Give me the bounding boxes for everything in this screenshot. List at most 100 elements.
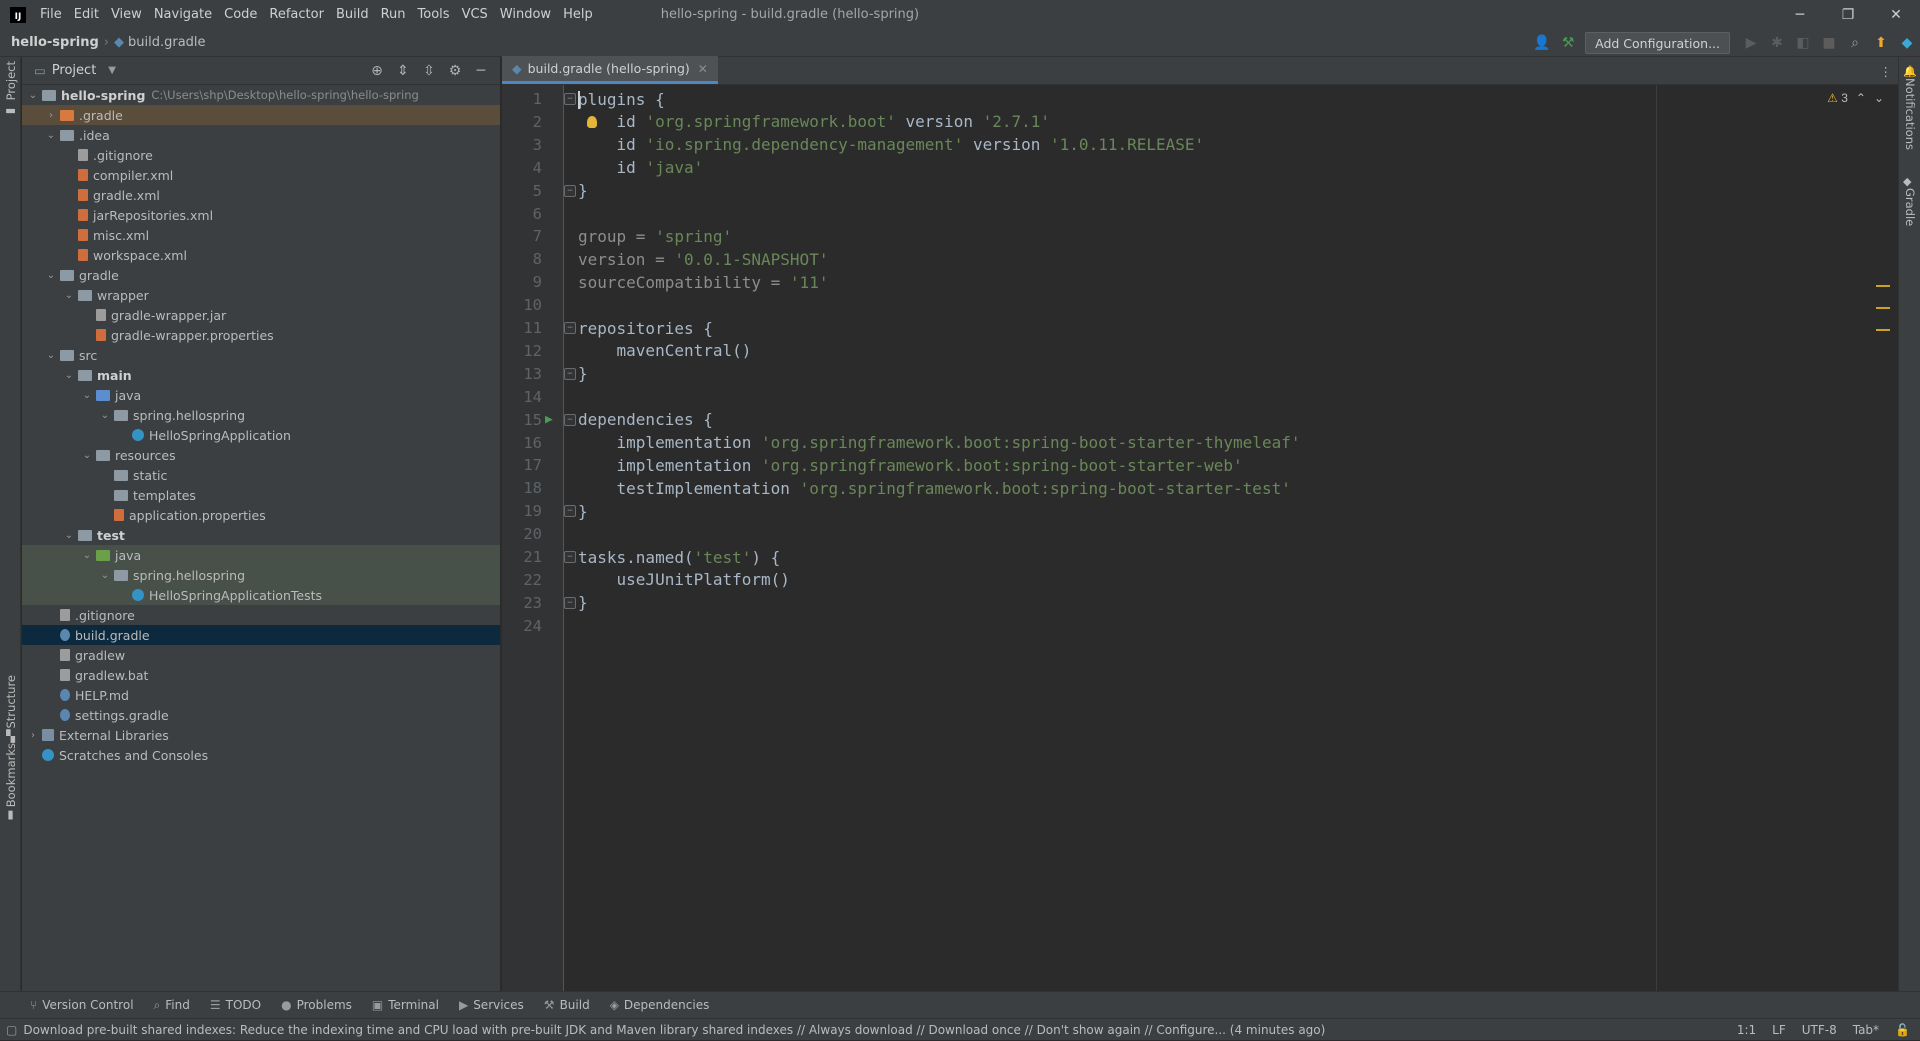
- tree-item[interactable]: jarRepositories.xml: [22, 205, 500, 225]
- more-tabs-icon[interactable]: ⋮: [1880, 57, 1893, 85]
- chevron-down-icon[interactable]: ⌄: [98, 570, 112, 581]
- fold-marker-icon[interactable]: −: [564, 367, 576, 380]
- fold-marker-icon[interactable]: −: [564, 184, 576, 197]
- lightbulb-icon[interactable]: [587, 115, 597, 128]
- tree-item[interactable]: › .gradle: [22, 105, 500, 125]
- close-icon[interactable]: ✕: [1872, 0, 1920, 29]
- tree-item[interactable]: ⌄ gradle: [22, 265, 500, 285]
- expand-all-icon[interactable]: ⇕: [390, 63, 416, 79]
- run-gutter-icon[interactable]: ▶: [545, 412, 553, 427]
- tree-item[interactable]: .gitignore: [22, 605, 500, 625]
- indent-setting[interactable]: Tab*: [1853, 1023, 1879, 1037]
- menu-build[interactable]: Build: [330, 7, 375, 22]
- tree-item[interactable]: ⌄ spring.hellospring: [22, 405, 500, 425]
- debug-icon[interactable]: ✱: [1764, 29, 1790, 57]
- search-icon[interactable]: ⌕: [1842, 29, 1868, 57]
- user-icon[interactable]: 👤: [1529, 29, 1555, 57]
- breadcrumb-project[interactable]: hello-spring: [11, 35, 99, 50]
- build-hammer-icon[interactable]: ⚒: [1555, 29, 1581, 57]
- fold-marker-icon[interactable]: −: [564, 505, 576, 518]
- problems-tool-button[interactable]: ● Problems: [281, 998, 352, 1012]
- chevron-down-icon[interactable]: ⌄: [44, 130, 58, 141]
- fold-marker-icon[interactable]: −: [564, 413, 576, 426]
- plugin-logo-icon[interactable]: ◆: [1894, 29, 1920, 57]
- tree-item[interactable]: gradle-wrapper.jar: [22, 305, 500, 325]
- tree-item[interactable]: workspace.xml: [22, 245, 500, 265]
- code-editor[interactable]: 1 plugins {−2 id 'org.springframework.boo…: [502, 85, 1898, 991]
- tree-item[interactable]: ⌄ java: [22, 545, 500, 565]
- bookmarks-tool-tab[interactable]: Bookmarks ▮: [0, 743, 21, 821]
- collapse-all-icon[interactable]: ⇳: [416, 63, 442, 79]
- menu-edit[interactable]: Edit: [68, 7, 105, 22]
- menu-vcs[interactable]: VCS: [456, 7, 494, 22]
- fold-marker-icon[interactable]: −: [564, 551, 576, 563]
- chevron-down-icon[interactable]: ⌄: [44, 350, 58, 361]
- add-configuration-button[interactable]: Add Configuration...: [1585, 32, 1730, 54]
- find-tool-button[interactable]: ⌕ Find: [154, 998, 190, 1013]
- version-control-tool-button[interactable]: ⑂ Version Control: [30, 998, 134, 1012]
- chevron-down-icon[interactable]: ⌄: [62, 530, 76, 541]
- tree-item[interactable]: HelloSpringApplication: [22, 425, 500, 445]
- tree-item[interactable]: gradle.xml: [22, 185, 500, 205]
- menu-run[interactable]: Run: [375, 7, 412, 22]
- todo-tool-button[interactable]: ☰ TODO: [210, 998, 261, 1012]
- chevron-down-icon[interactable]: ▼: [108, 65, 116, 76]
- tree-item[interactable]: ⌄ .idea: [22, 125, 500, 145]
- locate-icon[interactable]: ⊕: [364, 63, 390, 79]
- tab-build-gradle[interactable]: ◆ build.gradle (hello-spring) ✕: [502, 56, 718, 84]
- coverage-icon[interactable]: ◧: [1790, 29, 1816, 57]
- fold-marker-icon[interactable]: −: [564, 322, 576, 334]
- tree-item[interactable]: gradlew.bat: [22, 665, 500, 685]
- inspection-widget[interactable]: ⚠ 3 ⌃ ⌄: [1827, 91, 1884, 105]
- menu-tools[interactable]: Tools: [412, 7, 456, 22]
- chevron-right-icon[interactable]: ›: [26, 730, 40, 741]
- menu-file[interactable]: File: [34, 7, 68, 22]
- warning-stripe-mark[interactable]: [1876, 329, 1890, 331]
- fold-marker-icon[interactable]: −: [564, 596, 576, 609]
- dependencies-tool-button[interactable]: ◈ Dependencies: [610, 998, 710, 1012]
- line-separator[interactable]: LF: [1772, 1023, 1786, 1037]
- tree-item[interactable]: application.properties: [22, 505, 500, 525]
- tree-item[interactable]: HELP.md: [22, 685, 500, 705]
- menu-help[interactable]: Help: [557, 7, 599, 22]
- caret-position[interactable]: 1:1: [1737, 1023, 1756, 1037]
- tree-item[interactable]: › External Libraries: [22, 725, 500, 745]
- services-tool-button[interactable]: ▶ Services: [459, 998, 524, 1012]
- tree-item[interactable]: ⌄ resources: [22, 445, 500, 465]
- tree-item[interactable]: build.gradle: [22, 625, 500, 645]
- run-icon[interactable]: ▶: [1738, 29, 1764, 57]
- tree-item[interactable]: ⌄ test: [22, 525, 500, 545]
- tree-root[interactable]: ⌄ hello-spring C:\Users\shp\Desktop\hell…: [22, 85, 500, 105]
- menu-navigate[interactable]: Navigate: [148, 7, 218, 22]
- stop-icon[interactable]: ■: [1816, 29, 1842, 57]
- tree-item[interactable]: Scratches and Consoles: [22, 745, 500, 765]
- tree-item[interactable]: HelloSpringApplicationTests: [22, 585, 500, 605]
- update-icon[interactable]: ⬆: [1868, 29, 1894, 57]
- status-message[interactable]: ▢ Download pre-built shared indexes: Red…: [6, 1023, 1325, 1037]
- tree-item[interactable]: ⌄ java: [22, 385, 500, 405]
- project-view-selector[interactable]: Project: [52, 63, 96, 78]
- structure-tool-tab[interactable]: Structure ▚: [0, 675, 21, 743]
- restore-icon[interactable]: ❐: [1824, 0, 1872, 29]
- minimize-icon[interactable]: ─: [1776, 0, 1824, 29]
- chevron-right-icon[interactable]: ›: [44, 110, 58, 121]
- breadcrumb-file[interactable]: build.gradle: [128, 35, 206, 50]
- tree-item[interactable]: ⌄ main: [22, 365, 500, 385]
- tree-item[interactable]: ⌄ src: [22, 345, 500, 365]
- project-tool-tab[interactable]: Project ▬: [0, 61, 21, 117]
- tree-item[interactable]: settings.gradle: [22, 705, 500, 725]
- tree-item[interactable]: misc.xml: [22, 225, 500, 245]
- build-tool-button[interactable]: ⚒ Build: [544, 998, 590, 1012]
- warning-stripe-mark[interactable]: [1876, 307, 1890, 309]
- close-tab-icon[interactable]: ✕: [698, 62, 708, 76]
- file-encoding[interactable]: UTF-8: [1802, 1023, 1837, 1037]
- chevron-up-icon[interactable]: ⌃: [1856, 91, 1866, 105]
- tree-item[interactable]: gradlew: [22, 645, 500, 665]
- menu-refactor[interactable]: Refactor: [263, 7, 330, 22]
- chevron-down-icon[interactable]: ⌄: [80, 450, 94, 461]
- tree-item[interactable]: .gitignore: [22, 145, 500, 165]
- gradle-tool-tab[interactable]: ◆ Gradle: [1903, 173, 1920, 229]
- tree-item[interactable]: ⌄ spring.hellospring: [22, 565, 500, 585]
- fold-marker-icon[interactable]: −: [564, 93, 576, 105]
- tree-item[interactable]: templates: [22, 485, 500, 505]
